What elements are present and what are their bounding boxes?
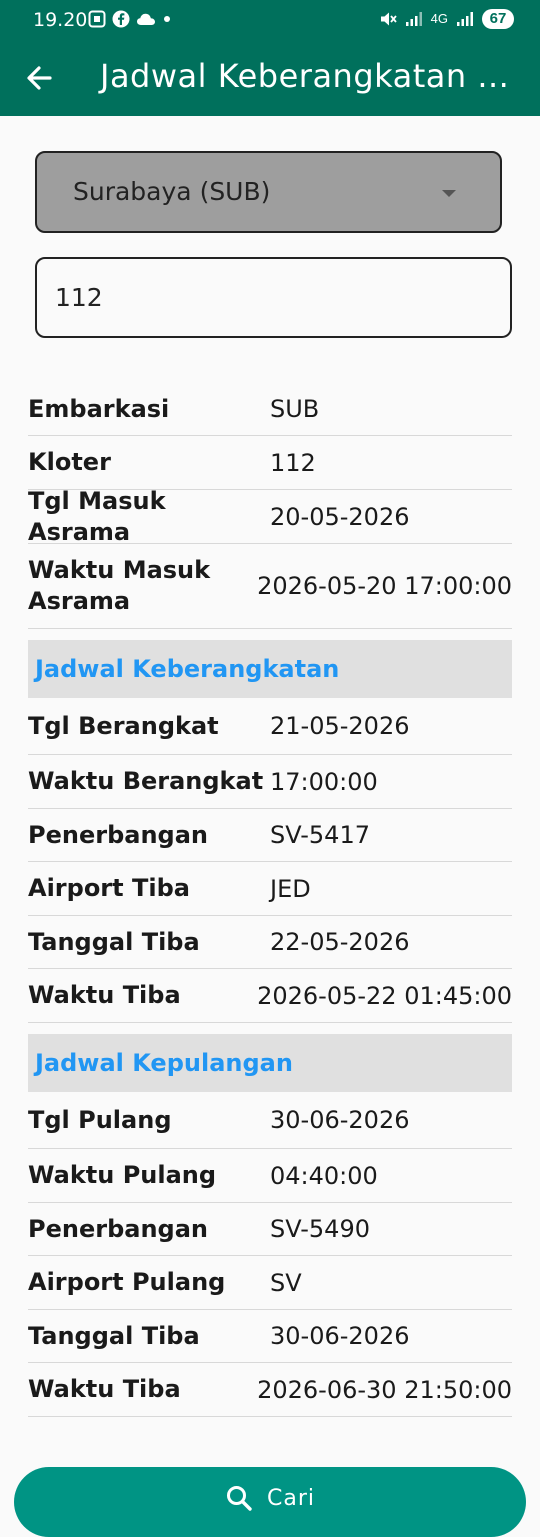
return-row-tgl-pulang: Tgl Pulang 30-06-2026 [28, 1092, 512, 1149]
search-icon [227, 1486, 252, 1511]
embarkasi-dropdown[interactable]: Surabaya (SUB) [35, 151, 502, 233]
schedule-details: Embarkasi SUB Kloter 112 Tgl Masuk Asram… [28, 383, 512, 1417]
signal-icon-2 [457, 12, 473, 26]
status-bar: 19.20 4G 67 [0, 0, 540, 40]
row-label: Waktu Tiba [28, 981, 181, 1009]
row-value: 21-05-2026 [270, 712, 410, 740]
row-label: Kloter [28, 448, 111, 476]
battery-level: 67 [482, 9, 514, 29]
cloud-icon [137, 13, 155, 25]
dot-icon [164, 16, 170, 22]
row-value: JED [270, 874, 311, 903]
row-value: 2026-06-30 21:50:00 [257, 1375, 512, 1404]
departure-row-penerbangan: Penerbangan SV-5417 [28, 809, 512, 862]
row-label: Embarkasi [28, 394, 170, 423]
row-value: 112 [270, 448, 316, 477]
status-right-icons: 4G 67 [379, 9, 514, 29]
departure-row-airport-tiba: Airport Tiba JED [28, 862, 512, 916]
row-label: Waktu Masuk Asrama [28, 556, 211, 615]
page-title: Jadwal Keberangkatan ... [100, 57, 510, 95]
departure-row-waktu-berangkat: Waktu Berangkat 17:00:00 [28, 755, 512, 809]
return-row-airport-pulang: Airport Pulang SV [28, 1256, 512, 1310]
info-row-kloter: Kloter 112 [28, 436, 512, 490]
row-label: Tanggal Tiba [28, 1321, 200, 1350]
info-row-embarkasi: Embarkasi SUB [28, 383, 512, 436]
facebook-icon [112, 10, 130, 28]
row-value: 30-06-2026 [270, 1322, 410, 1350]
status-time: 19.20 [33, 9, 88, 31]
return-row-waktu-pulang: Waktu Pulang 04:40:00 [28, 1149, 512, 1203]
screenshot-icon [88, 10, 106, 28]
row-label: Airport Pulang [28, 1268, 226, 1296]
return-section: Tgl Pulang 30-06-2026 Waktu Pulang 04:40… [28, 1092, 512, 1417]
row-label: Tanggal Tiba [28, 927, 200, 956]
embarkasi-selected-value: Surabaya (SUB) [73, 177, 271, 206]
row-value: 30-06-2026 [270, 1106, 410, 1134]
row-value: 2026-05-20 17:00:00 [257, 572, 512, 600]
return-row-penerbangan: Penerbangan SV-5490 [28, 1203, 512, 1256]
search-button[interactable]: Cari [14, 1467, 526, 1537]
back-arrow-icon[interactable] [24, 58, 56, 98]
mute-icon [380, 12, 397, 26]
row-label: Penerbangan [28, 1214, 208, 1243]
row-label: Waktu Pulang [28, 1161, 217, 1189]
info-section: Embarkasi SUB Kloter 112 Tgl Masuk Asram… [28, 383, 512, 629]
chevron-down-icon [442, 190, 456, 197]
departure-row-tgl-berangkat: Tgl Berangkat 21-05-2026 [28, 698, 512, 755]
row-value: SV [270, 1268, 302, 1297]
row-label: Waktu Berangkat [28, 767, 264, 795]
row-value: 17:00:00 [270, 767, 378, 796]
row-label: Tgl Pulang [28, 1105, 172, 1134]
row-value: SV-5417 [270, 821, 370, 849]
departure-row-waktu-tiba: Waktu Tiba 2026-05-22 01:45:00 [28, 969, 512, 1023]
search-button-label: Cari [267, 1485, 315, 1511]
info-row-waktu-masuk-asrama: Waktu Masuk Asrama 2026-05-20 17:00:00 [28, 544, 512, 629]
return-row-waktu-tiba: Waktu Tiba 2026-06-30 21:50:00 [28, 1363, 512, 1417]
departure-row-tanggal-tiba: Tanggal Tiba 22-05-2026 [28, 916, 512, 969]
row-label: Waktu Tiba [28, 1375, 181, 1403]
row-label: Tgl Berangkat [28, 711, 219, 740]
info-row-tgl-masuk-asrama: Tgl Masuk Asrama 20-05-2026 [28, 487, 512, 546]
return-section-heading: Jadwal Kepulangan [28, 1034, 512, 1092]
app-bar: Jadwal Keberangkatan ... [0, 40, 540, 116]
row-value: SV-5490 [270, 1215, 370, 1243]
network-type-label: 4G [430, 11, 448, 26]
row-value: 20-05-2026 [270, 502, 410, 531]
row-value: SUB [270, 395, 320, 423]
row-value: 04:40:00 [270, 1161, 378, 1190]
row-value: 22-05-2026 [270, 928, 410, 956]
return-row-tanggal-tiba: Tanggal Tiba 30-06-2026 [28, 1310, 512, 1363]
row-value: 2026-05-22 01:45:00 [257, 981, 512, 1010]
signal-icon [405, 12, 422, 26]
row-label: Airport Tiba [28, 874, 190, 902]
status-left-icons [88, 10, 172, 28]
row-label: Penerbangan [28, 820, 208, 849]
departure-section: Tgl Berangkat 21-05-2026 Waktu Berangkat… [28, 698, 512, 1023]
departure-section-heading: Jadwal Keberangkatan [28, 640, 512, 698]
row-label: Tgl Masuk Asrama [28, 486, 166, 546]
kloter-input[interactable] [35, 257, 512, 338]
